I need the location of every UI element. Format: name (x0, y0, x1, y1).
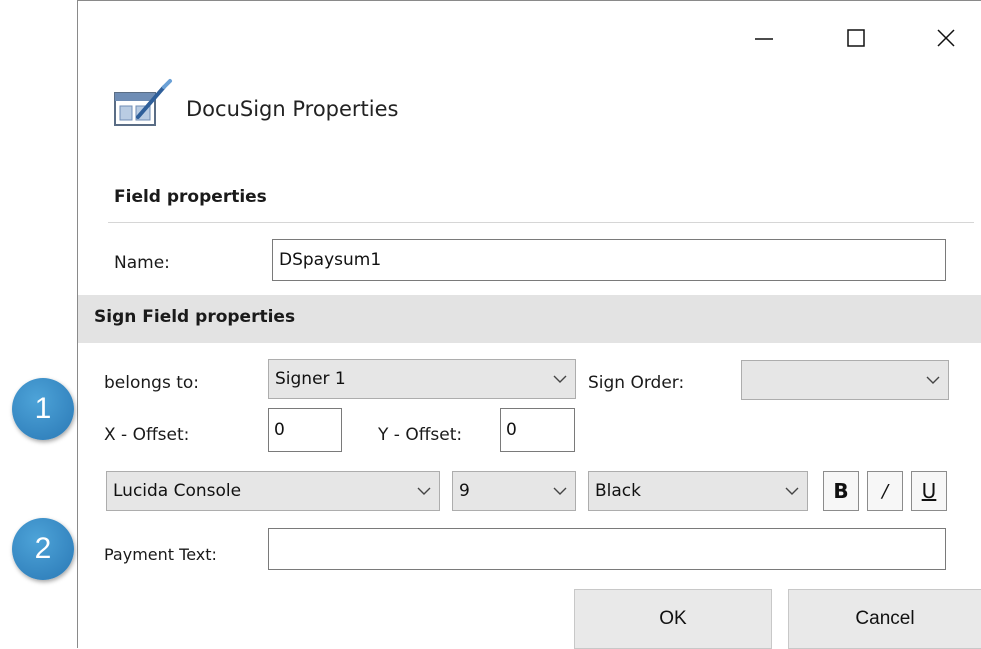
font-color-select[interactable]: Black (588, 471, 808, 511)
close-button[interactable] (923, 15, 969, 61)
cancel-label: Cancel (855, 608, 915, 629)
docusign-properties-dialog: DocuSign Properties Field properties Nam… (77, 0, 981, 649)
chevron-down-icon (545, 472, 575, 510)
font-color-value: Black (595, 481, 641, 501)
section-divider (108, 222, 974, 223)
docusign-form-icon (114, 79, 172, 126)
chevron-down-icon (545, 360, 575, 398)
maximize-icon (847, 29, 865, 47)
italic-button[interactable]: / (867, 471, 903, 511)
cancel-button[interactable]: Cancel (788, 589, 981, 649)
belongs-to-value: Signer 1 (275, 369, 346, 389)
callout-number: 2 (34, 532, 52, 565)
payment-text-label: Payment Text: (104, 545, 217, 564)
y-offset-label: Y - Offset: (378, 425, 463, 445)
minimize-icon (755, 38, 773, 40)
chevron-down-icon (777, 472, 807, 510)
font-size-value: 9 (459, 481, 470, 501)
ok-button[interactable]: OK (574, 589, 772, 649)
field-properties-heading: Field properties (114, 187, 267, 207)
sign-order-label: Sign Order: (588, 373, 685, 393)
callout-number: 1 (34, 392, 52, 425)
underline-label: U (921, 479, 937, 503)
name-label: Name: (114, 253, 170, 273)
bold-label: B (833, 479, 849, 503)
y-offset-field[interactable] (500, 408, 575, 452)
sign-field-properties-heading: Sign Field properties (94, 307, 296, 327)
bold-button[interactable]: B (823, 471, 859, 511)
chevron-down-icon (409, 472, 439, 510)
font-size-select[interactable]: 9 (452, 471, 576, 511)
underline-button[interactable]: U (911, 471, 947, 511)
payment-text-field[interactable] (268, 528, 946, 570)
font-family-select[interactable]: Lucida Console (106, 471, 440, 511)
x-offset-field[interactable] (268, 408, 342, 452)
belongs-to-select[interactable]: Signer 1 (268, 359, 576, 399)
callout-badge-1: 1 (12, 378, 74, 440)
chevron-down-icon (918, 361, 948, 399)
ok-label: OK (659, 608, 687, 629)
dialog-title: DocuSign Properties (186, 97, 399, 121)
belongs-to-label: belongs to: (104, 373, 199, 393)
minimize-button[interactable] (741, 15, 787, 61)
italic-label: / (881, 480, 889, 502)
close-icon (937, 29, 955, 47)
sign-order-select[interactable] (741, 360, 949, 400)
name-field[interactable] (272, 239, 946, 281)
callout-badge-2: 2 (12, 518, 74, 580)
maximize-button[interactable] (833, 15, 879, 61)
x-offset-label: X - Offset: (104, 425, 190, 445)
font-family-value: Lucida Console (113, 481, 242, 501)
